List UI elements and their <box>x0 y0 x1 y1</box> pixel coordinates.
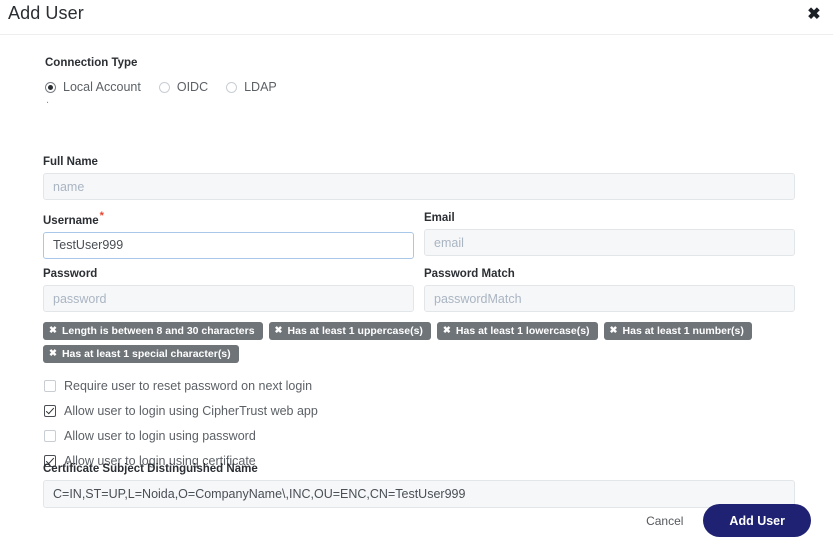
password-match-field-group: Password Match <box>424 267 795 312</box>
full-name-input[interactable] <box>43 173 795 200</box>
radio-oidc-mark <box>159 82 170 93</box>
email-label: Email <box>424 211 795 225</box>
username-label: Username* <box>43 211 414 228</box>
checkbox-allow-password-login[interactable]: Allow user to login using password <box>44 423 464 448</box>
connection-type-radio-group: Local Account OIDC LDAP <box>45 80 295 94</box>
password-input[interactable] <box>43 285 414 312</box>
password-field-group: Password <box>43 267 414 312</box>
user-options-list: Require user to reset password on next l… <box>44 373 464 473</box>
radio-local-account-label: Local Account <box>63 80 141 94</box>
checkbox-allow-password-login-label: Allow user to login using password <box>64 429 256 443</box>
username-field-group: Username* <box>43 211 414 259</box>
full-name-field-group: Full Name <box>43 155 795 200</box>
checkbox-allow-web-app-login[interactable]: Allow user to login using CipherTrust we… <box>44 398 464 423</box>
stray-dot-mark: . <box>46 97 49 103</box>
checkbox-require-password-reset-mark <box>44 380 56 392</box>
connection-type-section: Connection Type Local Account OIDC LDAP … <box>45 56 295 94</box>
page-title: Add User <box>8 3 84 24</box>
checkbox-require-password-reset-label: Require user to reset password on next l… <box>64 379 312 393</box>
radio-ldap-mark <box>226 82 237 93</box>
cross-icon: ✖ <box>610 325 618 337</box>
connection-type-label: Connection Type <box>45 56 295 70</box>
password-rules-list: ✖ Length is between 8 and 30 characters ✖ H… <box>43 322 795 363</box>
cross-icon: ✖ <box>443 325 451 337</box>
password-rule-badge: ✖ Has at least 1 uppercase(s) <box>269 322 431 340</box>
cert-dn-label: Certificate Subject Distinguished Name <box>43 462 795 476</box>
password-rule-badge: ✖ Length is between 8 and 30 characters <box>43 322 263 340</box>
password-rule-badge: ✖ Has at least 1 lowercase(s) <box>437 322 598 340</box>
password-rule-label: Length is between 8 and 30 characters <box>62 325 255 337</box>
full-name-label: Full Name <box>43 155 795 169</box>
checkbox-allow-web-app-login-label: Allow user to login using CipherTrust we… <box>64 404 318 418</box>
password-match-label: Password Match <box>424 267 795 281</box>
radio-local-account-mark <box>45 82 56 93</box>
password-match-input[interactable] <box>424 285 795 312</box>
checkbox-allow-web-app-login-mark <box>44 405 56 417</box>
password-rule-badge: ✖ Has at least 1 special character(s) <box>43 345 239 363</box>
dialog-header: Add User ✖ <box>0 0 833 35</box>
close-icon[interactable]: ✖ <box>803 4 825 26</box>
password-label: Password <box>43 267 414 281</box>
password-rule-label: Has at least 1 special character(s) <box>62 348 231 360</box>
password-rule-badge: ✖ Has at least 1 number(s) <box>604 322 752 340</box>
checkbox-allow-password-login-mark <box>44 430 56 442</box>
add-user-button[interactable]: Add User <box>703 504 811 537</box>
required-marker: * <box>100 210 104 222</box>
radio-oidc[interactable]: OIDC <box>159 80 208 94</box>
password-rule-label: Has at least 1 uppercase(s) <box>288 325 423 337</box>
password-rule-label: Has at least 1 lowercase(s) <box>456 325 590 337</box>
radio-ldap[interactable]: LDAP <box>226 80 277 94</box>
password-rule-label: Has at least 1 number(s) <box>623 325 744 337</box>
radio-oidc-label: OIDC <box>177 80 208 94</box>
radio-ldap-label: LDAP <box>244 80 277 94</box>
cross-icon: ✖ <box>49 325 57 337</box>
email-field-group: Email <box>424 211 795 256</box>
username-label-text: Username <box>43 215 99 227</box>
radio-local-account[interactable]: Local Account <box>45 80 141 94</box>
cross-icon: ✖ <box>275 325 283 337</box>
dialog-footer: Cancel Add User <box>0 498 833 543</box>
cross-icon: ✖ <box>49 348 57 360</box>
checkbox-require-password-reset[interactable]: Require user to reset password on next l… <box>44 373 464 398</box>
cancel-button[interactable]: Cancel <box>640 510 689 532</box>
username-input[interactable] <box>43 232 414 259</box>
email-input[interactable] <box>424 229 795 256</box>
